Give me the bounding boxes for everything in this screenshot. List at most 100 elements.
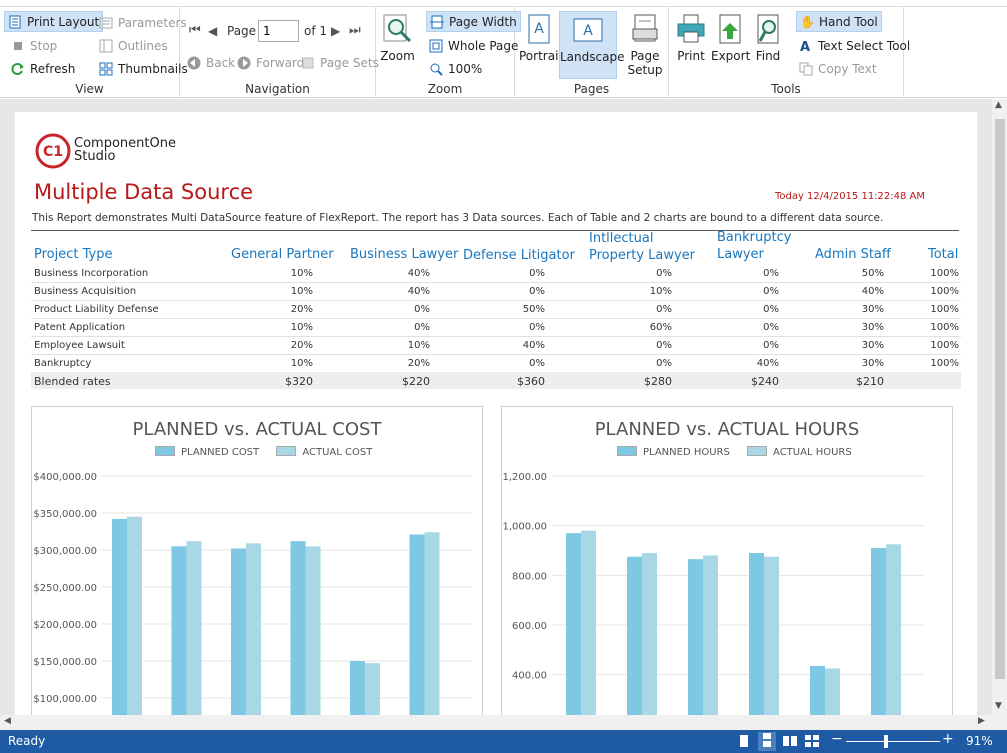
forward-button[interactable]: Forward bbox=[234, 52, 307, 73]
last-page-button[interactable]: ⏭ bbox=[346, 20, 364, 41]
page-width-button[interactable]: Page Width bbox=[426, 11, 521, 32]
hand-tool-button[interactable]: ✋ Hand Tool bbox=[796, 11, 882, 32]
thumbnails-button[interactable]: Thumbnails bbox=[96, 58, 191, 79]
refresh-icon bbox=[11, 62, 25, 76]
y-tick-label: $200,000.00 bbox=[33, 620, 97, 631]
single-page-view-icon[interactable] bbox=[738, 734, 750, 751]
scroll-right-icon[interactable]: ▶ bbox=[978, 716, 985, 726]
ribbon-group-view: Print Layout Parameters Stop Outlines Re… bbox=[0, 7, 188, 98]
text-select-icon: A bbox=[799, 39, 813, 55]
table-cell: 30% bbox=[861, 322, 884, 333]
bar-actual-cost bbox=[365, 663, 380, 715]
zoom-out-icon[interactable]: − bbox=[831, 731, 843, 747]
y-tick-label: 400.00 bbox=[512, 671, 547, 682]
whole-page-button[interactable]: Whole Page bbox=[426, 35, 521, 56]
text-select-tool-button[interactable]: A Text Select Tool bbox=[796, 35, 913, 56]
description-divider bbox=[31, 230, 959, 231]
copy-text-button[interactable]: Copy Text bbox=[796, 58, 880, 79]
table-cell: 0% bbox=[763, 268, 779, 279]
table-row: Bankruptcy 10% 20% 0% 0% 40% 30% 100% bbox=[31, 355, 961, 373]
title-strip bbox=[0, 0, 1007, 7]
parameters-button[interactable]: Parameters bbox=[96, 12, 190, 33]
table-cell: 100% bbox=[930, 304, 959, 315]
table-row: Employee Lawsuit 20% 10% 40% 0% 0% 30% 100% bbox=[31, 337, 961, 355]
zoom-100-button[interactable]: 100% bbox=[426, 58, 485, 79]
page-sets-button[interactable]: Page Sets bbox=[298, 52, 382, 73]
header-general-partner: General Partner bbox=[231, 247, 334, 262]
zoom-slider-track[interactable] bbox=[846, 741, 940, 742]
bar-actual-hours bbox=[764, 556, 779, 715]
scroll-up-icon[interactable]: ▲ bbox=[995, 100, 1002, 110]
previous-page-button[interactable]: ◀ bbox=[205, 20, 220, 41]
y-tick-label: $250,000.00 bbox=[33, 583, 97, 594]
zoom-100-icon bbox=[429, 62, 443, 76]
page-setup-label-1: Page bbox=[630, 49, 660, 63]
zoom-in-icon[interactable]: + bbox=[942, 731, 954, 747]
page-setup-label-2: Setup bbox=[627, 63, 663, 77]
today-value: 12/4/2015 11:22:48 AM bbox=[807, 191, 926, 202]
whole-page-icon bbox=[429, 39, 443, 53]
table-cell: 10% bbox=[290, 358, 313, 369]
table-cell: 10% bbox=[649, 286, 672, 297]
print-button[interactable]: Print bbox=[674, 11, 708, 79]
project-type-cell: Product Liability Defense bbox=[34, 304, 159, 315]
first-page-button[interactable]: ⏮ bbox=[186, 20, 204, 41]
vertical-scrollbar[interactable]: ▲ ▼ bbox=[992, 99, 1007, 715]
back-button[interactable]: Back bbox=[184, 52, 238, 73]
scroll-down-icon[interactable]: ▼ bbox=[995, 701, 1002, 711]
continuous-view-icon[interactable] bbox=[758, 732, 776, 751]
multi-page-view-icon[interactable] bbox=[804, 734, 820, 751]
project-type-cell: Business Acquisition bbox=[34, 286, 137, 297]
table-cell: 100% bbox=[930, 286, 959, 297]
bar-actual-cost bbox=[186, 541, 202, 715]
table-cell: 100% bbox=[930, 358, 959, 369]
horizontal-scrollbar[interactable]: ◀ ▶ bbox=[0, 715, 992, 730]
table-cell: 10% bbox=[290, 286, 313, 297]
table-cell: 40% bbox=[407, 268, 430, 279]
landscape-button[interactable]: A Landscape bbox=[559, 11, 624, 79]
outlines-button[interactable]: Outlines bbox=[96, 35, 171, 56]
portrait-button[interactable]: A Portrait bbox=[519, 11, 563, 79]
zoom-button[interactable]: Zoom bbox=[380, 11, 415, 79]
zoom-slider-thumb[interactable] bbox=[884, 735, 888, 748]
project-type-cell: Patent Application bbox=[34, 322, 126, 333]
report-description: This Report demonstrates Multi DataSourc… bbox=[32, 212, 884, 224]
header-intellectual: Intllectual bbox=[589, 231, 654, 246]
first-page-icon: ⏮ bbox=[189, 23, 201, 38]
scroll-left-icon[interactable]: ◀ bbox=[4, 716, 11, 726]
y-tick-label: $350,000.00 bbox=[33, 509, 97, 520]
export-button[interactable]: Export bbox=[711, 11, 750, 79]
page-number-input[interactable] bbox=[258, 20, 299, 42]
bar-actual-cost bbox=[127, 516, 142, 715]
bar-planned-hours bbox=[627, 556, 642, 715]
navigation-group-label: Navigation bbox=[245, 82, 310, 96]
bar-planned-cost bbox=[350, 661, 365, 715]
print-layout-button[interactable]: Print Layout bbox=[4, 11, 104, 32]
hours-chart-plot: 1,200.001,000.00800.00600.00400.00200.00 bbox=[502, 472, 924, 715]
bar-actual-hours bbox=[642, 552, 657, 715]
ribbon-group-zoom: Zoom Page Width Whole Page 100% Zoom bbox=[376, 7, 521, 98]
find-button[interactable]: Find bbox=[751, 11, 785, 79]
page-setup-button[interactable]: Page Setup bbox=[625, 11, 665, 79]
parameters-icon bbox=[99, 16, 113, 30]
table-cell: 20% bbox=[290, 304, 313, 315]
next-page-button[interactable]: ▶ bbox=[328, 20, 343, 41]
stop-button[interactable]: Stop bbox=[8, 35, 60, 56]
zoom-group-label: Zoom bbox=[427, 82, 463, 96]
table-cell: 50% bbox=[861, 268, 884, 279]
portrait-label: Portrait bbox=[519, 49, 564, 63]
outlines-label: Outlines bbox=[118, 38, 168, 53]
zoom-percent: 91% bbox=[966, 734, 993, 748]
y-tick-label: 1,200.00 bbox=[502, 472, 547, 483]
two-page-view-icon[interactable] bbox=[782, 734, 798, 751]
zoom-label: Zoom bbox=[380, 49, 415, 63]
vertical-scroll-thumb[interactable] bbox=[995, 119, 1005, 679]
bar-actual-cost bbox=[246, 543, 261, 715]
y-tick-label: $400,000.00 bbox=[33, 472, 97, 483]
refresh-button[interactable]: Refresh bbox=[8, 58, 78, 79]
table-cell: 0% bbox=[656, 304, 672, 315]
report-viewer[interactable]: C1 ComponentOne Studio Multiple Data Sou… bbox=[0, 99, 992, 715]
project-type-cell: Bankruptcy bbox=[34, 358, 92, 369]
bar-planned-hours bbox=[810, 665, 825, 715]
table-cell: 10% bbox=[290, 268, 313, 279]
